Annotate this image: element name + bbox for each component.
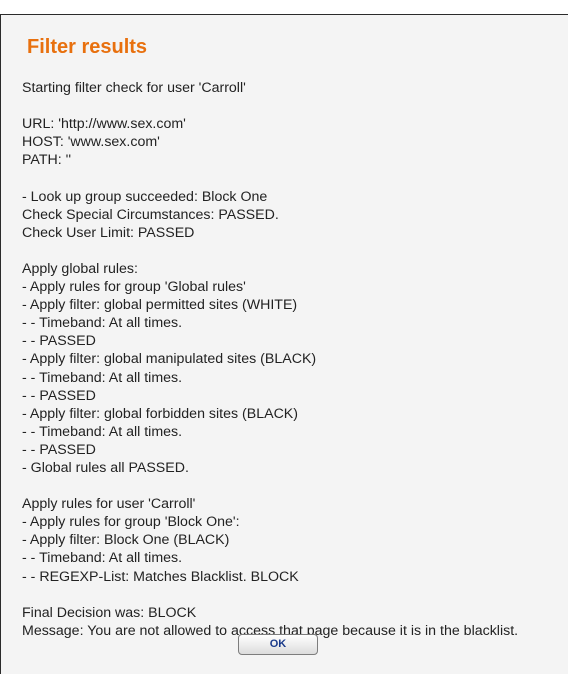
log-line: Starting filter check for user 'Carroll' <box>22 80 246 96</box>
log-line: - - Timeband: At all times. <box>22 369 183 386</box>
log-line: - Global rules all PASSED. <box>22 459 189 476</box>
log-spacer <box>22 477 518 495</box>
log-line: - Apply filter: Block One (BLACK) <box>22 532 230 549</box>
log-line: HOST: 'www.sex.com' <box>22 134 160 151</box>
log-line: Check Special Circumstances: PASSED. <box>22 206 279 223</box>
log-line: - Apply filter: global manipulated sites… <box>22 351 317 368</box>
log-line: - Apply rules for group 'Global rules' <box>22 279 246 296</box>
log-spacer <box>22 586 518 604</box>
page-title: Filter results <box>27 36 148 58</box>
log-line: - - PASSED <box>22 333 96 350</box>
log-line: - - Timeband: At all times. <box>22 315 183 332</box>
log-line: Apply global rules: <box>22 260 138 277</box>
log-line: - - REGEXP-List: Matches Blacklist. BLOC… <box>22 568 299 585</box>
log-line: - Look up group succeeded: Block One <box>22 188 268 205</box>
log-spacer <box>22 97 518 115</box>
ok-button[interactable]: OK <box>238 634 318 655</box>
log-line: Apply rules for user 'Carroll' <box>22 496 196 513</box>
log-line: Final Decision was: BLOCK <box>22 604 197 621</box>
log-line: - - Timeband: At all times. <box>22 550 183 567</box>
filter-results-panel: Filter results Starting filter check for… <box>0 14 568 674</box>
log-line: - Apply filter: global forbidden sites (… <box>22 405 298 422</box>
log-spacer <box>22 242 518 260</box>
log-spacer <box>22 169 518 187</box>
log-line: PATH: '' <box>22 152 72 169</box>
filter-log: Starting filter check for user 'Carroll'… <box>22 79 518 640</box>
log-line: URL: 'http://www.sex.com' <box>22 116 186 133</box>
log-line: - - Timeband: At all times. <box>22 423 183 440</box>
log-line: Check User Limit: PASSED <box>22 224 195 241</box>
log-line: - Apply rules for group 'Block One': <box>22 514 240 531</box>
log-line: - Apply filter: global permitted sites (… <box>22 297 298 314</box>
log-line: - - PASSED <box>22 441 96 458</box>
log-line: - - PASSED <box>22 387 96 404</box>
